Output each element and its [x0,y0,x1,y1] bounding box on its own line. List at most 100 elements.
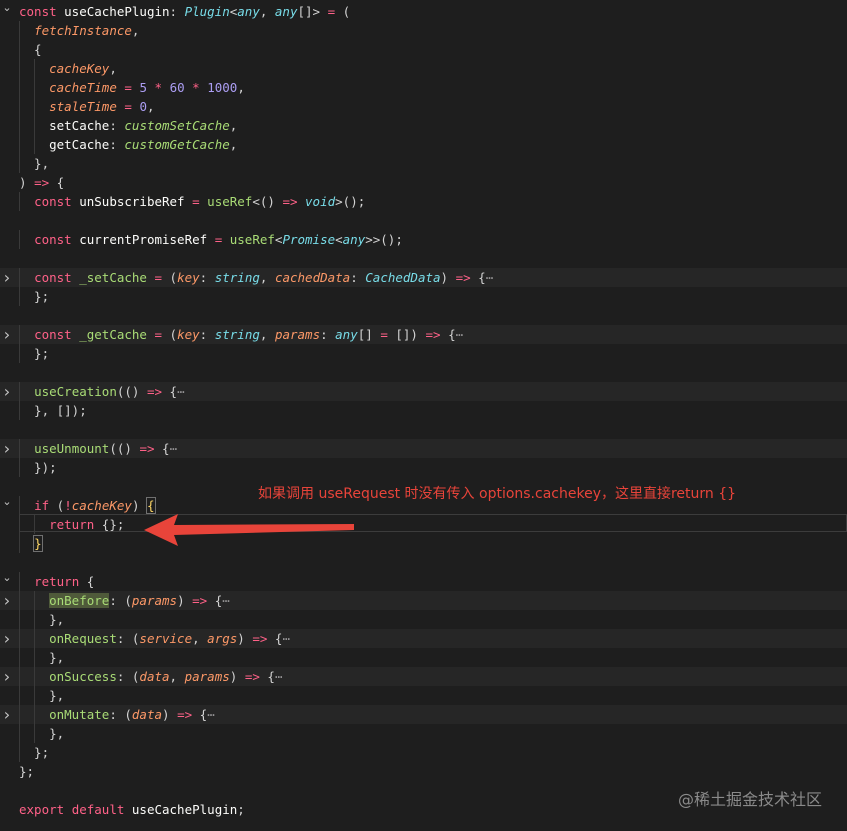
code-line[interactable]: }, []); [0,401,847,420]
chevron-right-icon[interactable]: › [0,629,14,648]
code-token: : ( [109,707,132,722]
annotation-arrow [144,514,354,546]
chevron-down-icon[interactable]: ⌄ [0,568,14,587]
code-token: , [192,631,208,646]
code-token: , [259,327,275,342]
code-line[interactable]: › onMutate: (data) => {⋯ [0,705,847,724]
code-token: data [139,669,170,684]
code-token: { [192,707,208,722]
fold-ellipsis[interactable]: ⋯ [207,707,215,722]
code-line[interactable]: › onRequest: (service, args) => {⋯ [0,629,847,648]
code-token: string [214,270,260,285]
chevron-down-icon[interactable]: ⌄ [0,492,14,511]
code-line[interactable] [0,306,847,325]
fold-ellipsis[interactable]: ⋯ [177,384,185,399]
code-text: }, [19,610,64,629]
code-token: (() [116,384,147,399]
code-editor[interactable]: ⌄ const useCachePlugin: Plugin<any, any[]… [0,0,847,831]
code-line[interactable]: } [0,534,847,553]
code-line[interactable]: const currentPromiseRef = useRef<Promise… [0,230,847,249]
chevron-right-icon[interactable]: › [0,705,14,724]
fold-ellipsis[interactable]: ⋯ [282,631,290,646]
code-token: => [146,384,163,399]
chevron-right-icon[interactable]: › [0,439,14,458]
code-text: }, [19,154,49,173]
code-line[interactable]: ⌄ const useCachePlugin: Plugin<any, any[]… [0,0,847,21]
code-line[interactable]: }; [0,743,847,762]
code-token: void [305,194,336,209]
code-token: Plugin [184,4,230,19]
code-token: data [131,707,163,722]
fold-ellipsis[interactable]: ⋯ [486,270,494,285]
code-token: => [455,270,471,285]
code-line[interactable]: › const _getCache = (key: string, params… [0,325,847,344]
code-token: ) [162,707,178,722]
code-line[interactable]: › onSuccess: (data, params) => {⋯ [0,667,847,686]
code-line[interactable]: ⌄ return { [0,571,847,591]
code-line[interactable]: › onBefore: (params) => {⋯ [0,591,847,610]
code-line[interactable]: }, [0,610,847,629]
code-line[interactable]: }; [0,287,847,306]
code-text: useCreation(() => {⋯ [19,382,185,401]
fold-ellipsis[interactable]: ⋯ [222,593,230,608]
code-line[interactable]: }, [0,648,847,667]
code-line[interactable]: cacheKey, [0,59,847,78]
code-token: []> [297,4,328,19]
code-token: return [34,574,80,589]
code-token: }, [19,650,65,665]
chevron-right-icon[interactable]: › [0,591,14,610]
chevron-right-icon[interactable]: › [0,382,14,401]
code-line[interactable]: }, [0,154,847,173]
code-line[interactable]: { [0,40,847,59]
code-text: }; [19,344,49,363]
code-text: export default useCachePlugin; [19,800,245,819]
code-line[interactable]: staleTime = 0, [0,97,847,116]
code-line[interactable]: cacheTime = 5 * 60 * 1000, [0,78,847,97]
code-token: [] [357,327,381,342]
code-token: if [34,498,50,513]
code-text: onBefore: (params) => {⋯ [19,591,230,610]
code-token: _setCache [79,270,147,285]
code-line[interactable] [0,553,847,572]
code-line[interactable]: fetchInstance, [0,21,847,40]
code-line[interactable]: }; [0,344,847,363]
code-line[interactable]: }, [0,686,847,705]
code-line[interactable] [0,420,847,439]
fold-ellipsis[interactable]: ⋯ [170,441,178,456]
code-line[interactable]: }, [0,724,847,743]
code-token: cachedData [274,270,351,285]
code-token: fetchInstance [34,23,132,38]
code-token: key [177,270,200,285]
code-line[interactable]: › const _setCache = (key: string, cached… [0,268,847,287]
fold-ellipsis[interactable]: ⋯ [275,669,283,684]
chevron-right-icon[interactable]: › [0,667,14,686]
code-line[interactable] [0,363,847,382]
code-text: cacheTime = 5 * 60 * 1000, [19,78,245,97]
code-line[interactable]: }; [0,762,847,781]
code-text: }, [19,686,64,705]
code-line[interactable] [0,249,847,268]
code-line[interactable]: getCache: customGetCache, [0,135,847,154]
chevron-down-icon[interactable]: ⌄ [0,0,14,17]
code-line[interactable]: › useCreation(() => {⋯ [0,382,847,401]
chevron-right-icon[interactable]: › [0,268,14,287]
code-token: ) [237,631,253,646]
code-token: { [154,441,170,456]
code-line[interactable]: › useUnmount(() => {⋯ [0,439,847,458]
fold-ellipsis[interactable]: ⋯ [456,327,464,342]
chevron-right-icon[interactable]: › [0,325,14,344]
code-line[interactable]: ) => { [0,173,847,192]
code-line[interactable] [0,211,847,230]
code-line[interactable]: const unSubscribeRef = useRef<() => void… [0,192,847,211]
code-token: }; [19,745,50,760]
code-token: = [327,4,336,19]
code-token: (() [109,441,140,456]
code-token: : ( [116,631,140,646]
code-token: default [71,802,132,817]
code-line[interactable]: setCache: customSetCache, [0,116,847,135]
code-line[interactable]: }); [0,458,847,477]
code-token: cacheKey [71,498,132,513]
code-token: _getCache [79,327,147,342]
